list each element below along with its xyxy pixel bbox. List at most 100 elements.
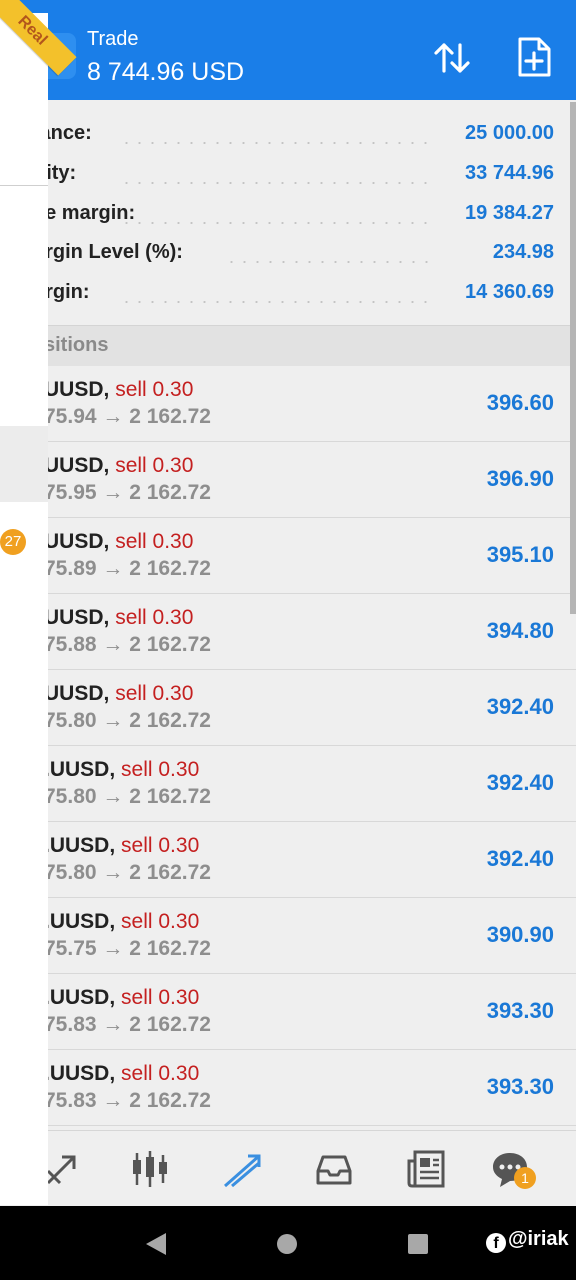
position-symbol: UUSD, sell 0.30: [44, 530, 193, 554]
position-side: sell 0.30: [121, 1062, 200, 1085]
position-symbol: .UUSD, sell 0.30: [44, 1062, 199, 1086]
summary-row-margin: argin: 14 360.69: [0, 273, 560, 313]
position-side: sell 0.30: [121, 910, 200, 933]
scrollbar[interactable]: [570, 102, 576, 614]
symbol-text: UUSD,: [44, 606, 110, 629]
position-row[interactable]: UUSD, sell 0.30 75.94 → 2 162.72 396.60: [0, 366, 576, 442]
messages-badge: 1: [514, 1167, 536, 1189]
symbol-text: .UUSD,: [44, 1062, 116, 1085]
summary-label: argin Level (%):: [34, 241, 183, 263]
side-drawer[interactable]: 27: [0, 13, 48, 1205]
summary-value: 33 744.96: [465, 162, 554, 184]
position-profit: 392.40: [486, 770, 554, 795]
position-prices: 75.89 → 2 162.72: [44, 557, 211, 580]
system-navigation-bar: f @iriak: [0, 1206, 576, 1280]
position-side: sell 0.30: [115, 454, 194, 477]
position-symbol: .UUSD, sell 0.30: [44, 986, 199, 1010]
symbol-text: UUSD,: [44, 454, 110, 477]
position-profit: 394.80: [486, 618, 554, 643]
symbol-text: .UUSD,: [44, 910, 116, 933]
account-summary: lance: 25 000.00 uity: 33 744.96 ee marg…: [0, 100, 576, 325]
position-prices: 75.83 → 2 162.72: [44, 1089, 211, 1112]
summary-row-balance: lance: 25 000.00: [0, 114, 560, 154]
recent-apps-icon[interactable]: [408, 1234, 428, 1254]
new-order-icon[interactable]: [514, 36, 554, 78]
position-row[interactable]: UUSD, sell 0.30 75.88 → 2 162.72 394.80: [0, 594, 576, 670]
summary-value: 25 000.00: [465, 122, 554, 144]
position-symbol: .UUSD, sell 0.30: [44, 910, 199, 934]
position-side: sell 0.30: [115, 530, 194, 553]
facebook-icon: f: [486, 1233, 506, 1253]
position-symbol: UUSD, sell 0.30: [44, 454, 193, 478]
positions-section-header: sitions: [0, 325, 576, 367]
position-side: sell 0.30: [121, 834, 200, 857]
home-icon[interactable]: [277, 1234, 297, 1254]
summary-row-equity: uity: 33 744.96: [0, 154, 560, 194]
position-prices: 75.80 → 2 162.72: [44, 861, 211, 884]
position-side: sell 0.30: [115, 378, 194, 401]
back-icon[interactable]: [146, 1233, 166, 1255]
summary-row-margin-level: argin Level (%): 234.98: [0, 233, 560, 273]
position-profit: 392.40: [486, 694, 554, 719]
position-profit: 393.30: [486, 1074, 554, 1099]
symbol-text: .UUSD,: [44, 758, 116, 781]
page-title: Trade: [87, 28, 139, 50]
news-icon[interactable]: [406, 1149, 446, 1189]
dotted-leader: [120, 301, 430, 303]
history-icon[interactable]: [314, 1149, 354, 1189]
position-symbol: UUSD, sell 0.30: [44, 682, 193, 706]
summary-value: 234.98: [492, 241, 554, 263]
position-side: sell 0.30: [121, 758, 200, 781]
position-profit: 396.60: [486, 390, 554, 415]
summary-row-free-margin: ee margin: 19 384.27: [0, 194, 560, 234]
position-profit: 395.10: [486, 542, 554, 567]
position-prices: 75.83 → 2 162.72: [44, 1013, 211, 1036]
position-prices: 75.80 → 2 162.72: [44, 785, 211, 808]
dotted-leader: [120, 182, 430, 184]
position-profit: 390.90: [486, 922, 554, 947]
drawer-item-selected[interactable]: [0, 426, 48, 502]
dotted-leader: [120, 222, 430, 224]
sort-icon[interactable]: [432, 38, 472, 78]
trade-icon[interactable]: [222, 1149, 262, 1189]
position-symbol: UUSD, sell 0.30: [44, 606, 193, 630]
symbol-text: .UUSD,: [44, 986, 116, 1009]
position-row[interactable]: UUSD, sell 0.30 75.89 → 2 162.72 395.10: [0, 518, 576, 594]
quotes-icon[interactable]: [42, 1149, 82, 1189]
position-row[interactable]: .UUSD, sell 0.30 75.80 → 2 162.72 392.40: [0, 746, 576, 822]
position-symbol: .UUSD, sell 0.30: [44, 758, 199, 782]
position-symbol: .UUSD, sell 0.30: [44, 834, 199, 858]
summary-value: 14 360.69: [465, 281, 554, 303]
position-row[interactable]: .UUSD, sell 0.30 75.83 → 2 162.72 393.30: [0, 974, 576, 1050]
symbol-text: UUSD,: [44, 682, 110, 705]
symbol-text: .UUSD,: [44, 834, 116, 857]
position-row[interactable]: .UUSD, sell 0.30 75.80 → 2 162.72 392.40: [0, 822, 576, 898]
position-profit: 392.40: [486, 846, 554, 871]
position-prices: 75.94 → 2 162.72: [44, 405, 211, 428]
drawer-badge: 27: [0, 529, 26, 555]
position-profit: 396.90: [486, 466, 554, 491]
watermark-text: @iriak: [508, 1228, 569, 1250]
bottom-navigation: 1: [0, 1130, 576, 1207]
position-prices: 75.88 → 2 162.72: [44, 633, 211, 656]
watermark: f @iriak: [486, 1228, 569, 1253]
symbol-text: UUSD,: [44, 530, 110, 553]
drawer-divider: [0, 185, 48, 186]
position-prices: 75.75 → 2 162.72: [44, 937, 211, 960]
dotted-leader: [120, 142, 430, 144]
position-row[interactable]: UUSD, sell 0.30 75.95 → 2 162.72 396.90: [0, 442, 576, 518]
header-balance: 8 744.96 USD: [87, 58, 245, 86]
symbol-text: UUSD,: [44, 378, 110, 401]
summary-value: 19 384.27: [465, 202, 554, 224]
position-side: sell 0.30: [115, 606, 194, 629]
top-app-bar: Trade 8 744.96 USD: [0, 0, 576, 100]
position-row[interactable]: .UUSD, sell 0.30 75.83 → 2 162.72 393.30: [0, 1050, 576, 1126]
position-prices: 75.80 → 2 162.72: [44, 709, 211, 732]
position-row[interactable]: .UUSD, sell 0.30 75.75 → 2 162.72 390.90: [0, 898, 576, 974]
position-prices: 75.95 → 2 162.72: [44, 481, 211, 504]
chart-icon[interactable]: [130, 1149, 170, 1189]
position-side: sell 0.30: [121, 986, 200, 1009]
position-row[interactable]: UUSD, sell 0.30 75.80 → 2 162.72 392.40: [0, 670, 576, 746]
dotted-leader: [225, 261, 430, 263]
position-symbol: UUSD, sell 0.30: [44, 378, 193, 402]
